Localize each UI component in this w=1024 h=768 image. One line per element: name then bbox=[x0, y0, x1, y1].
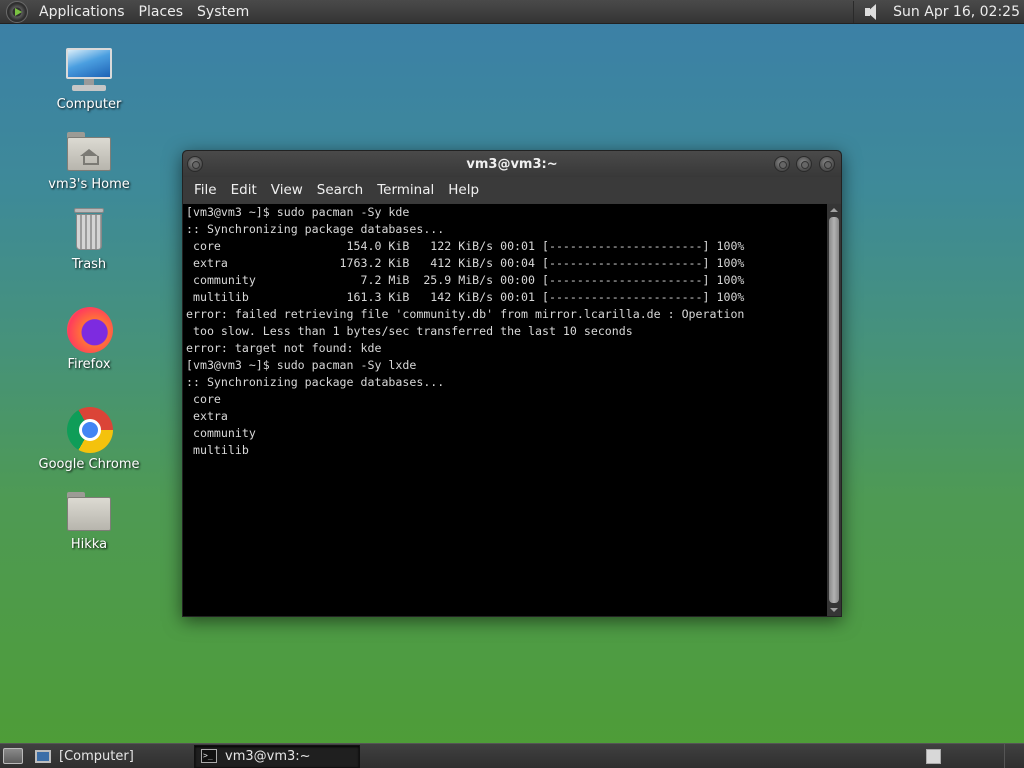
terminal-line: too slow. Less than 1 bytes/sec transfer… bbox=[186, 324, 633, 338]
terminal-line: :: Synchronizing package databases... bbox=[186, 375, 445, 389]
applications-menu[interactable]: Applications bbox=[32, 0, 132, 24]
menu-file[interactable]: File bbox=[187, 177, 224, 203]
clock[interactable]: Sun Apr 16, 02:25 bbox=[893, 0, 1024, 24]
firefox-icon bbox=[63, 304, 115, 356]
computer-icon bbox=[63, 44, 115, 96]
workspace-switcher[interactable] bbox=[926, 743, 1024, 768]
workspace-1[interactable] bbox=[926, 748, 941, 764]
desktop-icon-label: Firefox bbox=[67, 357, 111, 372]
menu-view[interactable]: View bbox=[264, 177, 310, 203]
workspace-2[interactable] bbox=[1004, 743, 1024, 768]
desktop-icon-firefox[interactable]: Firefox bbox=[34, 304, 144, 373]
terminal-line: error: target not found: kde bbox=[186, 341, 382, 355]
terminal-line: extra bbox=[186, 409, 228, 423]
menu-search[interactable]: Search bbox=[310, 177, 370, 203]
desktop-icon-label: vm3's Home bbox=[48, 177, 130, 192]
desktop-icon-trash[interactable]: Trash bbox=[34, 204, 144, 273]
terminal-line: core 154.0 KiB 122 KiB/s 00:01 [--------… bbox=[186, 239, 745, 253]
terminal-output: [vm3@vm3 ~]$ sudo pacman -Sy kde:: Synch… bbox=[183, 204, 827, 616]
system-menu[interactable]: System bbox=[190, 0, 256, 24]
volume-icon[interactable] bbox=[862, 2, 886, 22]
bottom-panel: [Computer] >_ vm3@vm3:~ bbox=[0, 743, 1024, 768]
taskbar-item-label: vm3@vm3:~ bbox=[225, 748, 311, 764]
folder-icon bbox=[63, 484, 115, 536]
panel-separator bbox=[853, 0, 855, 23]
close-button[interactable] bbox=[819, 156, 835, 172]
terminal-menubar: File Edit View Search Terminal Help bbox=[183, 177, 841, 203]
desktop-icon-label: Google Chrome bbox=[38, 457, 140, 472]
places-menu[interactable]: Places bbox=[132, 0, 191, 24]
taskbar-item-label: [Computer] bbox=[59, 748, 134, 764]
menu-help[interactable]: Help bbox=[441, 177, 486, 203]
taskbar-item-computer[interactable]: [Computer] bbox=[29, 745, 191, 768]
computer-icon bbox=[35, 749, 51, 763]
chrome-icon bbox=[63, 404, 115, 456]
terminal-line: [vm3@vm3 ~]$ sudo pacman -Sy lxde bbox=[186, 358, 417, 372]
menu-terminal[interactable]: Terminal bbox=[370, 177, 441, 203]
desktop-icon-home[interactable]: vm3's Home bbox=[34, 124, 144, 193]
menu-edit[interactable]: Edit bbox=[224, 177, 264, 203]
terminal-line: community 7.2 MiB 25.9 MiB/s 00:00 [----… bbox=[186, 273, 745, 287]
minimize-button[interactable] bbox=[774, 156, 790, 172]
main-menu-logo-icon[interactable] bbox=[6, 0, 28, 23]
panel-tray: Sun Apr 16, 02:25 bbox=[853, 0, 1024, 24]
desktop-icon-label: Computer bbox=[56, 97, 122, 112]
window-title: vm3@vm3:~ bbox=[466, 156, 558, 172]
terminal-line: community bbox=[186, 426, 256, 440]
terminal-line: multilib 161.3 KiB 142 KiB/s 00:01 [----… bbox=[186, 290, 745, 304]
terminal-area[interactable]: [vm3@vm3 ~]$ sudo pacman -Sy kde:: Synch… bbox=[183, 204, 827, 616]
desktop-icon-chrome[interactable]: Google Chrome bbox=[34, 404, 144, 473]
terminal-line: :: Synchronizing package databases... bbox=[186, 222, 445, 236]
taskbar-item-terminal[interactable]: >_ vm3@vm3:~ bbox=[194, 744, 360, 768]
terminal-line: multilib bbox=[186, 443, 249, 457]
terminal-scrollbar[interactable] bbox=[827, 204, 841, 616]
terminal-line: extra 1763.2 KiB 412 KiB/s 00:04 [------… bbox=[186, 256, 745, 270]
home-folder-icon bbox=[63, 124, 115, 176]
trash-icon bbox=[63, 204, 115, 256]
terminal-window: vm3@vm3:~ File Edit View Search Terminal… bbox=[182, 150, 842, 617]
terminal-line: core bbox=[186, 392, 221, 406]
show-desktop-icon[interactable] bbox=[3, 748, 23, 764]
top-panel: Applications Places System Sun Apr 16, 0… bbox=[0, 0, 1024, 24]
terminal-line: error: failed retrieving file 'community… bbox=[186, 307, 745, 321]
scroll-up-arrow-icon[interactable] bbox=[827, 204, 841, 216]
scroll-down-arrow-icon[interactable] bbox=[827, 604, 841, 616]
window-menu-button[interactable] bbox=[187, 156, 203, 172]
desktop-icon-label: Trash bbox=[71, 257, 107, 272]
scroll-thumb[interactable] bbox=[829, 217, 839, 603]
window-titlebar[interactable]: vm3@vm3:~ bbox=[183, 151, 841, 177]
terminal-line: [vm3@vm3 ~]$ sudo pacman -Sy kde bbox=[186, 205, 410, 219]
desktop-icon-computer[interactable]: Computer bbox=[34, 44, 144, 113]
desktop-icon-hikka[interactable]: Hikka bbox=[34, 484, 144, 553]
terminal-icon: >_ bbox=[201, 749, 217, 763]
desktop-icon-label: Hikka bbox=[70, 537, 108, 552]
maximize-button[interactable] bbox=[796, 156, 812, 172]
